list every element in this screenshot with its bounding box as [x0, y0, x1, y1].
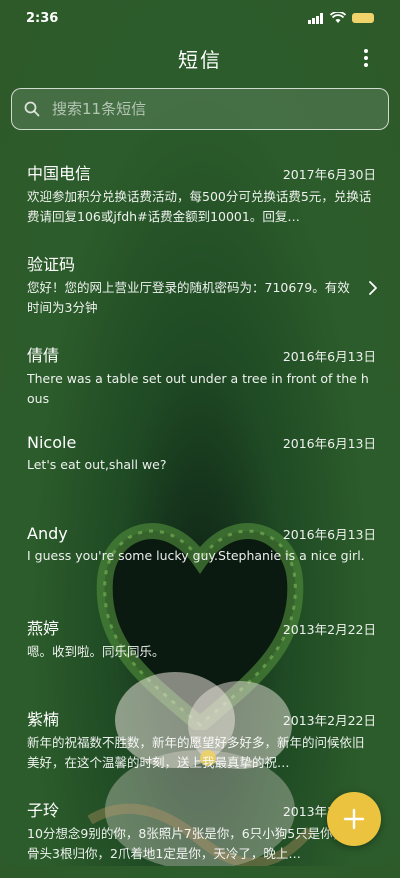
contact-name: 子玲 — [27, 801, 60, 820]
message-date: 2013年2月22日 — [282, 622, 376, 637]
signal-icon — [308, 12, 323, 24]
message-preview: There was a table set out under a tree i… — [27, 371, 369, 406]
contact-name: 燕婷 — [27, 619, 60, 638]
contact-name: 验证码 — [27, 255, 76, 274]
status-icons — [308, 12, 374, 24]
contact-name: 紫楠 — [27, 710, 60, 729]
status-time: 2:36 — [26, 10, 59, 26]
new-message-button[interactable] — [327, 792, 381, 846]
message-preview: 新年的祝福数不胜数，新年的愿望好多好多，新年的问候依旧美好，在这个温馨的时刻，送… — [27, 735, 365, 770]
message-date: 2017年6月30日 — [282, 167, 376, 182]
message-date: 2016年6月13日 — [282, 527, 376, 542]
title-bar: 短信 — [0, 36, 400, 80]
battery-icon — [352, 13, 374, 23]
wifi-icon — [330, 12, 346, 23]
list-item[interactable]: 验证码 您好！您的网上营业厅登录的随机密码为：710679。有效时间为3分钟 — [0, 241, 400, 332]
contact-name: 中国电信 — [27, 164, 92, 183]
message-date: 2013年2月22日 — [282, 713, 376, 728]
list-item[interactable]: Andy 2016年6月13日 I guess you're some luck… — [0, 514, 400, 605]
status-bar: 2:36 — [0, 0, 400, 36]
page-title: 短信 — [178, 47, 222, 72]
message-date: 2016年6月13日 — [282, 436, 376, 451]
contact-name: Andy — [27, 524, 68, 543]
message-preview: I guess you're some lucky guy.Stephanie … — [27, 548, 365, 563]
list-item[interactable]: 紫楠 2013年2月22日 新年的祝福数不胜数，新年的愿望好多好多，新年的问候依… — [0, 696, 400, 787]
message-preview: 10分想念9别的你，8张照片7张是你，6只小狗5只是你，4根骨头3根归你，2爪着… — [27, 826, 366, 861]
plus-icon — [343, 808, 365, 830]
message-preview: 嗯。收到啦。同乐同乐。 — [27, 644, 165, 659]
list-item[interactable]: 燕婷 2013年2月22日 嗯。收到啦。同乐同乐。 — [0, 605, 400, 696]
list-item[interactable]: 倩倩 2016年6月13日 There was a table set out … — [0, 332, 400, 423]
chevron-right-icon[interactable] — [366, 281, 380, 295]
message-preview: 您好！您的网上营业厅登录的随机密码为：710679。有效时间为3分钟 — [27, 280, 350, 315]
list-item[interactable]: Nicole 2016年6月13日 Let's eat out,shall we… — [0, 423, 400, 514]
message-preview: Let's eat out,shall we? — [27, 457, 167, 472]
message-list: 中国电信 2017年6月30日 欢迎参加积分兑换话费活动，每500分可兑换话费5… — [0, 150, 400, 878]
message-preview: 欢迎参加积分兑换话费活动，每500分可兑换话费5元，兑换话费请回复106或jfd… — [27, 189, 372, 224]
contact-name: Nicole — [27, 433, 77, 452]
list-item[interactable]: 中国电信 2017年6月30日 欢迎参加积分兑换话费活动，每500分可兑换话费5… — [0, 150, 400, 241]
search-box[interactable] — [11, 88, 389, 130]
contact-name: 倩倩 — [27, 346, 60, 365]
search-input[interactable] — [50, 99, 354, 119]
message-date: 2016年6月13日 — [282, 349, 376, 364]
search-icon — [24, 101, 40, 117]
more-vertical-icon[interactable] — [356, 48, 376, 68]
